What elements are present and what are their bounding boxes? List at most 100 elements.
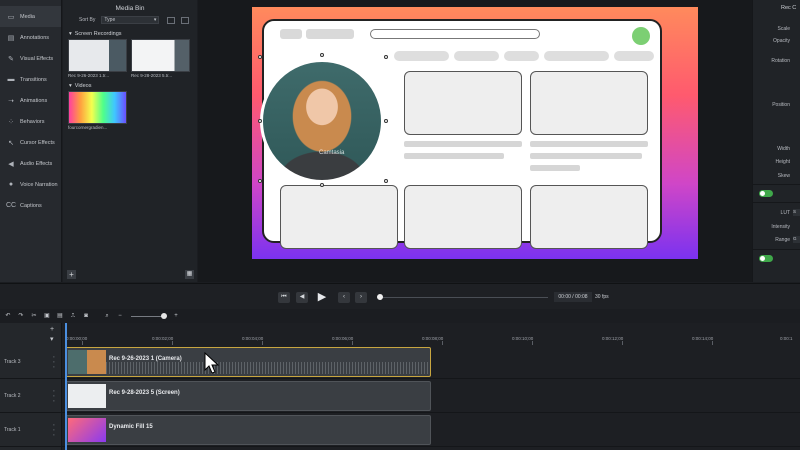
prop-intensity-label: Intensity	[771, 224, 790, 230]
tool-animations[interactable]: ➝ Animations	[0, 90, 61, 111]
media-item-gradient[interactable]: fourcornergradien...	[68, 91, 127, 130]
prop-opacity-label: Opacity	[773, 38, 790, 44]
resize-handle[interactable]	[258, 179, 262, 183]
track-lock-icon[interactable]: ▪ ▪ ▪	[50, 388, 58, 403]
properties-title: Rec C	[781, 5, 797, 11]
scrubber[interactable]	[377, 294, 548, 300]
tool-annotations[interactable]: ▤ Annotations	[0, 27, 61, 48]
recordings-row: Rec 9-26-2023 1.tr... Rec 9-28-2023 5.tr…	[63, 39, 197, 78]
zoom-slider[interactable]	[131, 312, 167, 319]
url-bar-placeholder	[370, 29, 540, 39]
tick-label: 0:00:08;00	[422, 336, 444, 341]
media-icon: ▭	[7, 13, 15, 21]
divider	[753, 202, 800, 203]
copy-icon[interactable]: ▣	[43, 312, 51, 320]
previous-frame-icon[interactable]: ◀	[296, 292, 308, 303]
camera-watermark: Camtasia	[319, 150, 345, 156]
split-icon[interactable]: ⎍	[69, 312, 77, 320]
add-track-icon[interactable]: +	[50, 326, 54, 333]
resize-handle[interactable]	[384, 179, 388, 183]
behaviors-icon: ⁘	[8, 118, 14, 126]
tick-label: 0:00:12;00	[602, 336, 624, 341]
clip-screen[interactable]: Rec 9-28-2023 5 (Screen)	[65, 381, 431, 411]
camera-overlay[interactable]: Camtasia	[260, 59, 384, 183]
cut-icon[interactable]: ✂	[30, 312, 38, 320]
tool-visual-effects[interactable]: ✎ Visual Effects	[0, 48, 61, 69]
time-display: 00:00 / 00:08	[554, 292, 592, 302]
grid-view-icon[interactable]: ▦	[185, 270, 194, 279]
tool-audio-effects[interactable]: ◀ Audio Effects	[0, 153, 61, 174]
canvas-area: Camtasia	[198, 0, 752, 282]
clip-dynamic-fill[interactable]: Dynamic Fill 15	[65, 415, 431, 445]
videos-row: fourcornergradien...	[63, 91, 197, 130]
placeholder-bar	[280, 29, 302, 39]
step-back-icon[interactable]: ⏮	[278, 292, 290, 303]
tool-cursor-effects[interactable]: ↖ Cursor Effects	[0, 132, 61, 153]
prop-width-label: Width	[777, 146, 790, 152]
text-line	[530, 141, 648, 147]
section-screen-recordings[interactable]: ▾ Screen Recordings	[63, 29, 197, 39]
tool-voice-narration[interactable]: ● Voice Narration	[0, 174, 61, 195]
list-view-icon[interactable]	[167, 16, 176, 24]
clip-name: Rec 9-26-2023 1 (Camera)	[109, 356, 182, 362]
resize-handle[interactable]	[258, 55, 262, 59]
tick-mark	[352, 341, 353, 345]
zoom-in-icon[interactable]: +	[172, 312, 180, 320]
tool-behaviors[interactable]: ⁘ Behaviors	[0, 111, 61, 132]
scrubber-handle[interactable]	[377, 294, 383, 300]
resize-handle[interactable]	[258, 119, 262, 123]
redo-icon[interactable]: ↷	[17, 312, 25, 320]
tick-label: 0:00:14;00	[692, 336, 714, 341]
track-lock-icon[interactable]: ▪ ▪ ▪	[50, 422, 58, 437]
content-card	[280, 185, 398, 249]
visual-effects-icon: ✎	[8, 55, 14, 63]
zoom-slider-handle[interactable]	[161, 312, 167, 319]
section-videos[interactable]: ▾ Videos	[63, 81, 197, 91]
track-lock-icon[interactable]: ▪ ▪ ▪	[50, 354, 58, 369]
fps-display: 30 fps	[595, 294, 609, 300]
chevron-down-icon: ▾	[69, 83, 72, 89]
zoom-out-icon[interactable]: −	[116, 312, 124, 320]
audio-waveform	[106, 362, 428, 374]
text-line	[530, 165, 580, 171]
snapshot-icon[interactable]: ◙	[82, 312, 90, 320]
chevron-right-icon[interactable]: ›	[355, 292, 367, 303]
resize-handle[interactable]	[320, 183, 324, 187]
avatar-placeholder	[632, 27, 650, 45]
timeline-ruler[interactable]: 0:00:00;00 0:00:02;00 0:00:04;00 0:00:06…	[62, 323, 800, 345]
tool-captions[interactable]: CC Captions	[0, 195, 61, 216]
tool-transitions[interactable]: ▬ Transitions	[0, 69, 61, 90]
track-label: Track 1	[4, 427, 21, 433]
divider	[753, 184, 800, 185]
detail-view-icon[interactable]	[181, 16, 190, 24]
tick-label: 0:00:04;00	[242, 336, 264, 341]
content-card	[530, 71, 648, 135]
track-row-1: Track 1 ▪ ▪ ▪ Dynamic Fill 15	[0, 414, 800, 447]
tool-media[interactable]: ▭ Media	[0, 6, 61, 27]
audio-effects-icon: ◀	[8, 160, 14, 168]
media-item-rec1[interactable]: Rec 9-26-2023 1.tr...	[68, 39, 127, 78]
effect-toggle[interactable]	[759, 255, 773, 262]
text-line	[404, 153, 504, 159]
animations-icon: ➝	[8, 97, 14, 105]
resize-handle[interactable]	[320, 53, 324, 57]
paste-icon[interactable]: ▤	[56, 312, 64, 320]
collapse-tracks-icon[interactable]: ▾	[50, 335, 54, 343]
lut-select[interactable]: S	[793, 209, 800, 216]
add-media-button[interactable]: +	[67, 270, 76, 279]
range-select[interactable]: G	[793, 236, 800, 243]
resize-handle[interactable]	[384, 55, 388, 59]
content-card	[530, 185, 648, 249]
media-item-rec2[interactable]: Rec 9-28-2023 5.tr...	[131, 39, 190, 78]
media-bin-title: Media Bin	[115, 5, 145, 12]
sort-select[interactable]: Type ▾	[101, 16, 160, 24]
undo-icon[interactable]: ↶	[4, 312, 12, 320]
resize-handle[interactable]	[384, 119, 388, 123]
thumbnail	[131, 39, 190, 72]
clip-camera[interactable]: Rec 9-26-2023 1 (Camera)	[65, 347, 431, 377]
preview-canvas[interactable]: Camtasia	[252, 7, 698, 259]
effect-toggle[interactable]	[759, 190, 773, 197]
play-icon[interactable]: ▶	[315, 290, 329, 304]
playhead[interactable]	[65, 323, 67, 450]
chevron-left-icon[interactable]: ‹	[338, 292, 350, 303]
